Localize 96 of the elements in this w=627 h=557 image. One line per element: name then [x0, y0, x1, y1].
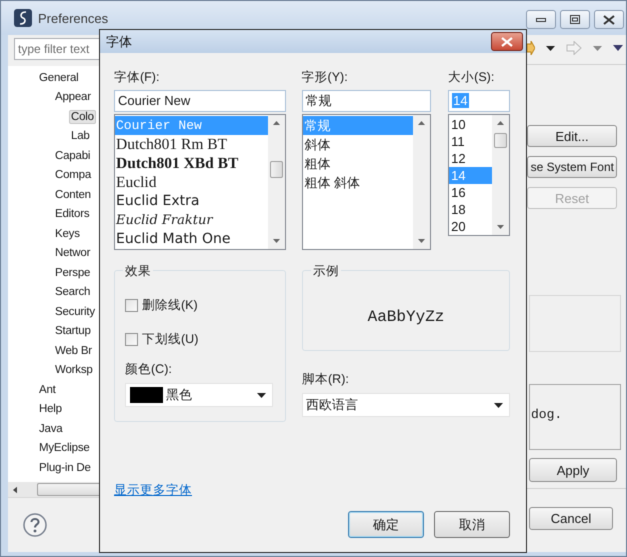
button[interactable]: se System Font	[527, 156, 617, 178]
checkbox-label: 下划线(U)	[142, 330, 198, 348]
tree-item[interactable]: Capabi	[53, 148, 92, 163]
group-title: 示例	[311, 263, 341, 280]
scrollbar[interactable]	[492, 115, 509, 235]
tree-item[interactable]: Help	[37, 402, 64, 416]
tree-item[interactable]: Plug-in De	[37, 460, 93, 475]
down-arrow-icon	[418, 239, 426, 243]
maximize-icon	[570, 15, 580, 24]
list-item[interactable]: 粗体 斜体	[302, 173, 414, 192]
tree-item[interactable]: Security	[53, 304, 97, 319]
tree-item[interactable]: Editors	[53, 207, 92, 222]
tree-item[interactable]: Networ	[53, 246, 92, 260]
close-button[interactable]	[491, 32, 523, 51]
field-label: 字形(Y):	[302, 69, 349, 86]
dropdown-value: 西欧语言	[306, 396, 358, 414]
list-item[interactable]: Dutch801 Rm BT	[115, 135, 268, 154]
dropdown-value: 黑色	[166, 386, 192, 404]
list-item[interactable]: 12	[449, 150, 492, 167]
scroll-thumb[interactable]	[37, 483, 101, 496]
tree-item[interactable]: Appear	[53, 90, 93, 104]
app-icon	[14, 9, 32, 27]
button[interactable]: 确定	[348, 511, 424, 538]
checkbox[interactable]	[125, 332, 138, 346]
list-item[interactable]: 斜体	[302, 135, 414, 154]
scrollbar[interactable]	[268, 115, 285, 249]
tree-item[interactable]: Keys	[53, 226, 82, 241]
forward-arrow-icon	[566, 41, 582, 55]
help-icon	[23, 513, 47, 537]
field-label: 脚本(R):	[302, 371, 350, 388]
tree-item[interactable]: Java	[37, 422, 64, 436]
caret-icon	[546, 46, 555, 50]
down-arrow-icon	[272, 239, 280, 243]
field-label: 大小(S):	[448, 69, 496, 86]
sample-text: AaBbYyZz	[368, 308, 444, 326]
scroll-thumb[interactable]	[270, 161, 283, 178]
tree-item[interactable]: Compa	[53, 168, 94, 182]
checkbox[interactable]	[125, 298, 138, 312]
tree-item[interactable]: Worksp	[53, 363, 95, 378]
group-title: 效果	[123, 263, 153, 280]
list-item[interactable]: 粗体	[302, 154, 414, 173]
cancel-button[interactable]: Cancel	[529, 507, 613, 530]
checkbox-label: 删除线(K)	[142, 296, 198, 314]
list-item[interactable]: 18	[449, 201, 492, 218]
tree-item[interactable]: Ant	[37, 382, 58, 397]
scrollbar[interactable]	[8, 482, 101, 497]
dropdown-arrow-icon	[257, 392, 266, 398]
tree-item[interactable]: Web Br	[53, 344, 94, 358]
caret-icon	[593, 46, 602, 50]
menu-icon	[613, 45, 623, 51]
scroll-thumb[interactable]	[494, 133, 507, 148]
script-dropdown[interactable]: 西欧语言	[302, 393, 510, 417]
close-icon	[501, 36, 513, 46]
left-arrow-icon	[13, 486, 18, 494]
tree-item[interactable]: Conten	[53, 188, 93, 202]
field-label: 字体(F):	[114, 69, 160, 86]
dialog-title: 字体	[106, 32, 132, 50]
list-item[interactable]: 20	[449, 218, 492, 235]
color-dropdown[interactable]: 黑色	[125, 383, 273, 407]
up-arrow-icon	[272, 121, 280, 125]
list-item[interactable]: 10	[449, 116, 492, 133]
preview-text: dog.	[531, 407, 562, 422]
tree-item[interactable]: Colo	[69, 110, 96, 124]
tree-item[interactable]: Startup	[53, 324, 93, 338]
input-field[interactable]: 常规	[302, 90, 432, 112]
close-button[interactable]	[594, 10, 624, 29]
scrollbar[interactable]	[413, 115, 430, 249]
list-item[interactable]: 16	[449, 184, 492, 201]
minimize-icon	[536, 16, 546, 22]
filter-field[interactable]: type filter text	[14, 38, 101, 60]
list-item[interactable]: Dutch801 XBd BT	[115, 154, 268, 173]
field-label: 颜色(C):	[125, 361, 173, 378]
list-item[interactable]: Euclid Fraktur	[115, 211, 268, 230]
tree-item[interactable]: General	[37, 70, 81, 85]
tree-item[interactable]: Perspe	[53, 266, 92, 280]
tree-item[interactable]: MyEclipse	[37, 441, 92, 456]
apply-button[interactable]: Apply	[529, 458, 617, 482]
more-fonts-link[interactable]: 显示更多字体	[114, 483, 192, 497]
maximize-button[interactable]	[560, 10, 590, 29]
list-item[interactable]: Euclid Math One	[115, 230, 268, 249]
up-arrow-icon	[418, 121, 426, 125]
arrow-icon	[527, 41, 535, 55]
window-title: Preferences	[38, 10, 108, 26]
button[interactable]: Edit...	[527, 125, 617, 147]
list-item[interactable]: 11	[449, 133, 492, 150]
close-icon	[603, 14, 615, 24]
input-field[interactable]: Courier New	[114, 90, 286, 112]
list-item[interactable]: Euclid Extra	[115, 192, 268, 211]
tree-item[interactable]: Search	[53, 285, 92, 300]
tree-item[interactable]: Lab	[69, 129, 92, 144]
up-arrow-icon	[497, 121, 504, 125]
list-item[interactable]: Euclid	[115, 173, 268, 192]
down-arrow-icon	[497, 225, 504, 229]
button[interactable]: 取消	[434, 511, 510, 538]
dropdown-arrow-icon	[494, 402, 503, 408]
minimize-button[interactable]	[526, 10, 556, 29]
